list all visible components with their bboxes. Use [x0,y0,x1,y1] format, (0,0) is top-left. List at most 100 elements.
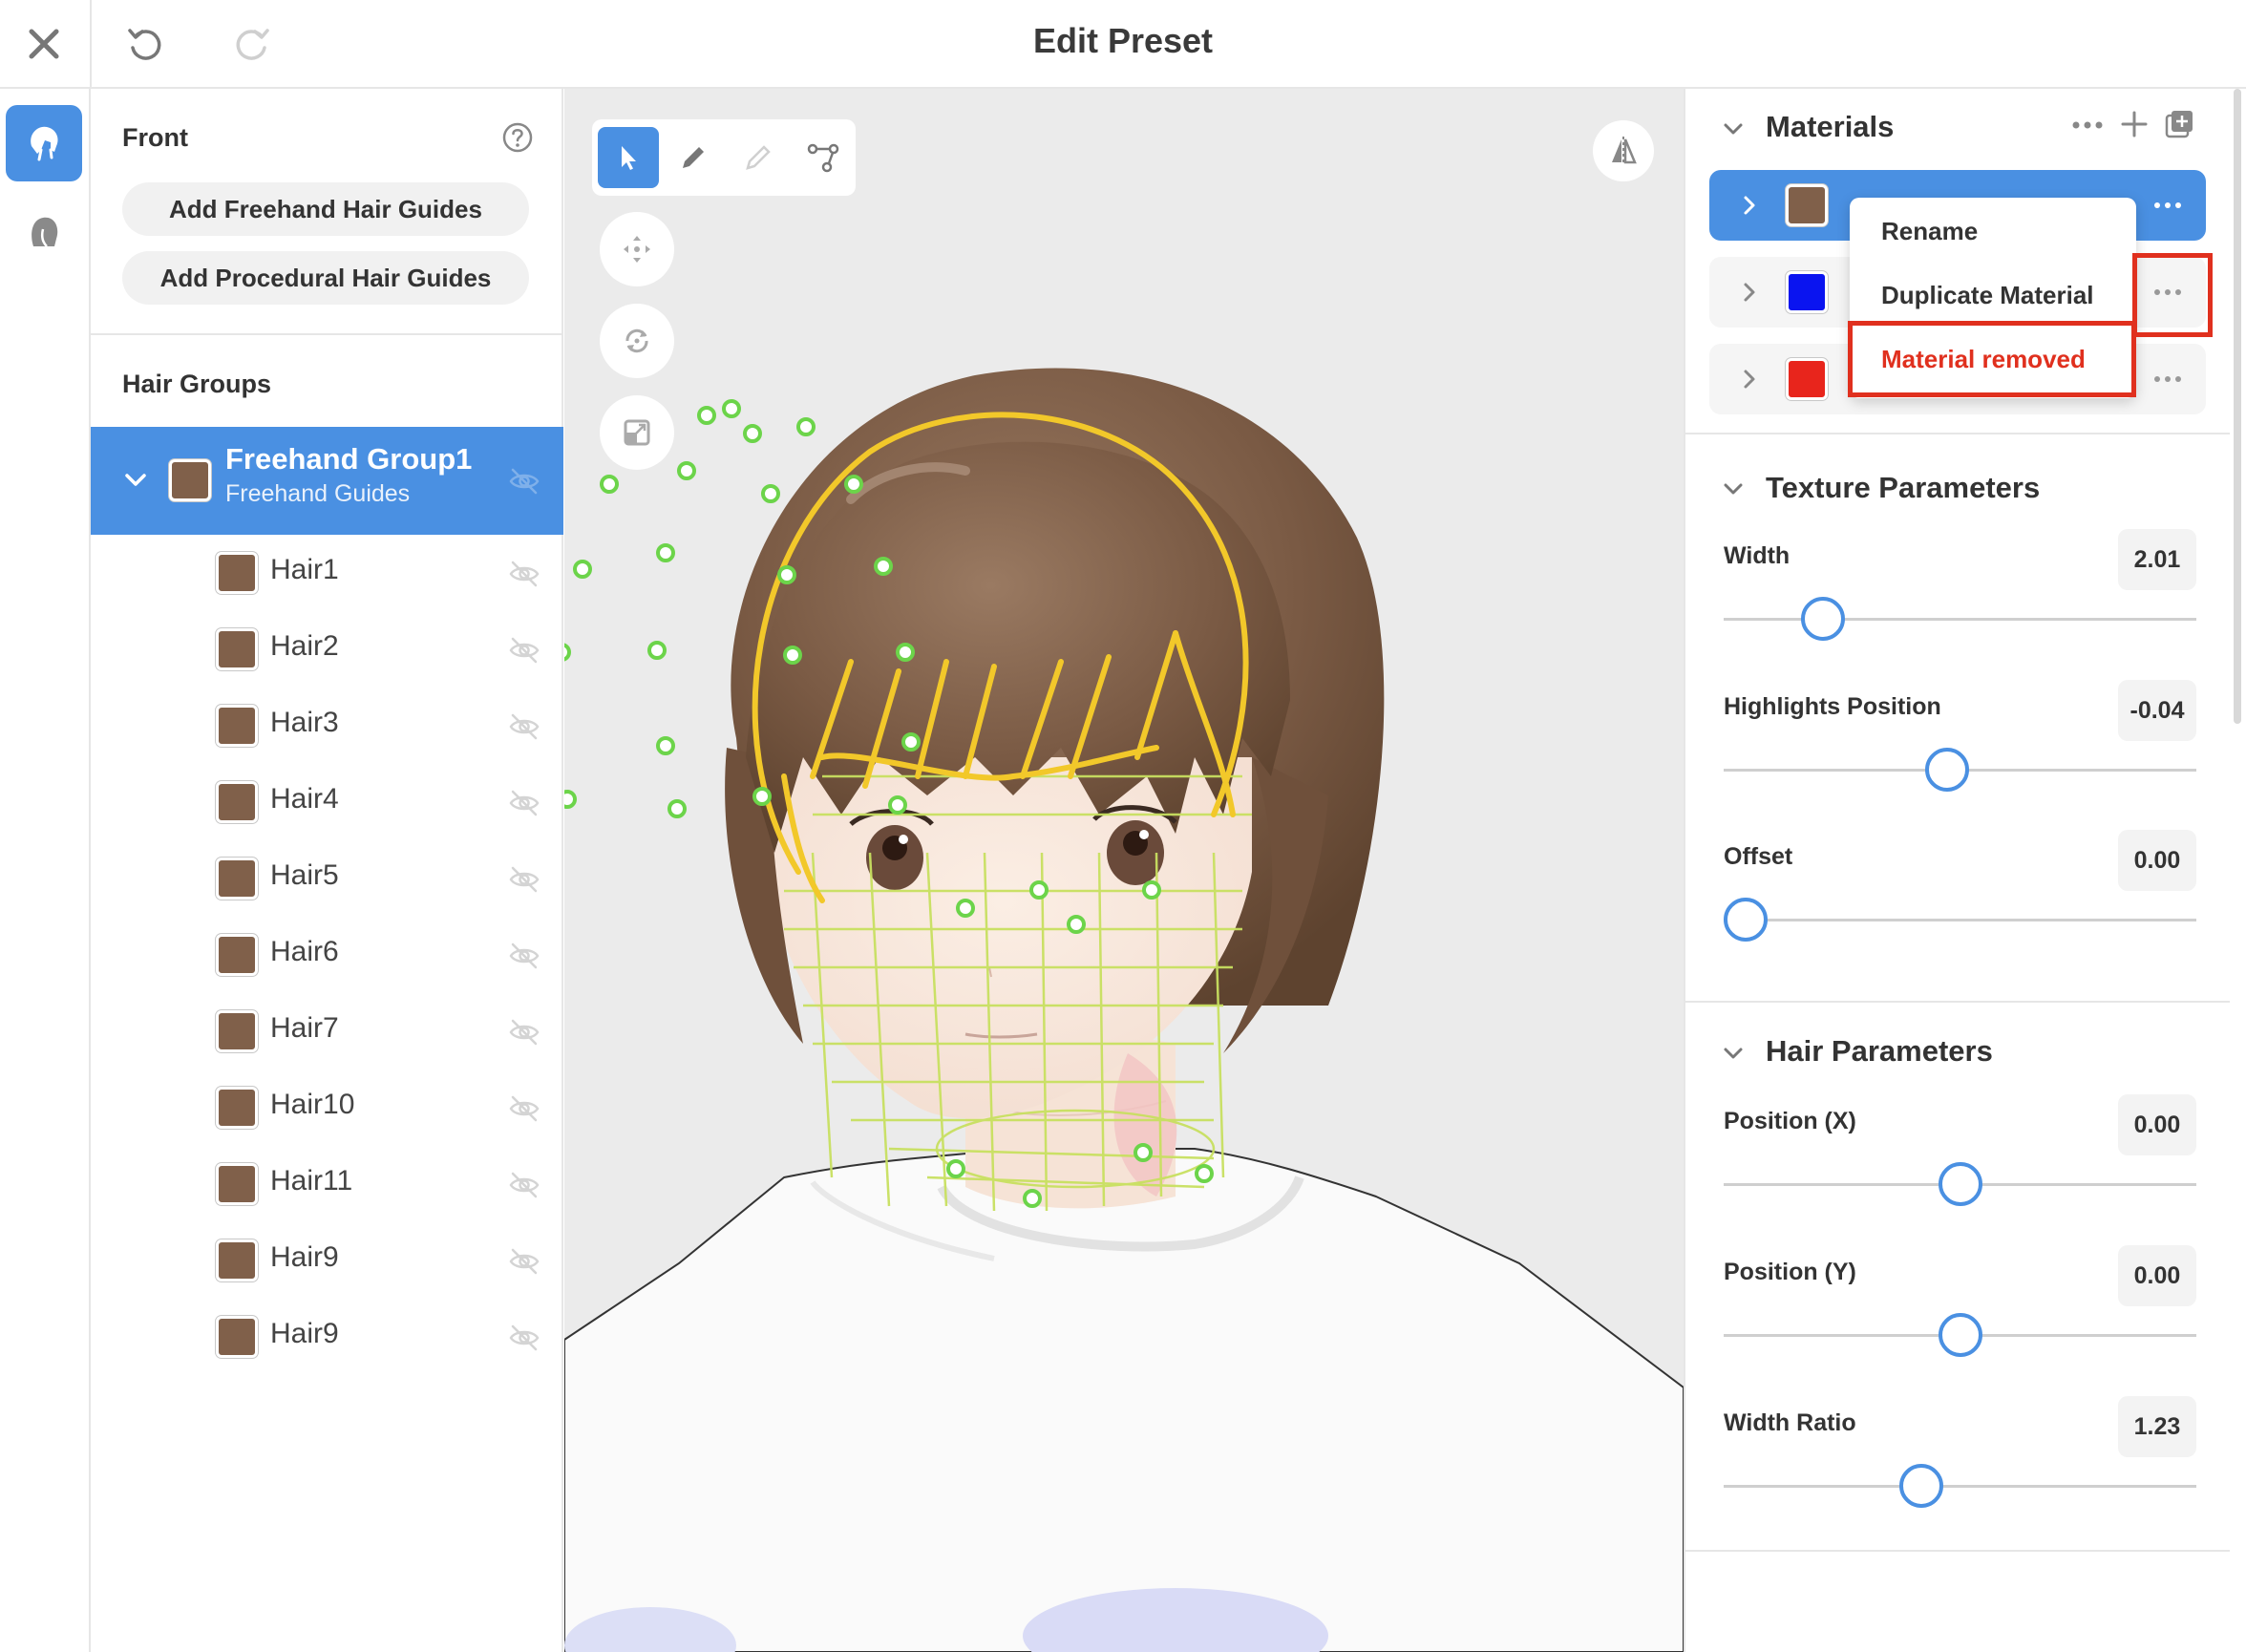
slider-thumb[interactable] [1925,748,1970,792]
hair-color-swatch[interactable] [216,628,258,670]
visibility-off-icon[interactable] [508,558,540,590]
visibility-off-icon[interactable] [508,710,540,743]
hair-list-item[interactable]: Hair7 [91,993,563,1070]
hair-color-swatch[interactable] [216,781,258,823]
more-options-icon[interactable] [2071,119,2104,131]
slider-thumb[interactable] [1938,1313,1982,1357]
fit-view-button[interactable] [600,395,674,470]
hair-color-swatch[interactable] [216,1239,258,1281]
hair-list-item[interactable]: Hair6 [91,917,563,993]
chevron-right-icon[interactable] [1738,194,1761,217]
chevron-down-icon[interactable] [1722,117,1745,140]
visibility-off-icon[interactable] [508,634,540,667]
rotate-view-button[interactable] [600,304,674,378]
pen-tool-button[interactable] [663,127,724,188]
parameter-slider[interactable] [1724,746,2196,794]
section-divider [1685,433,2230,434]
help-icon[interactable] [501,121,534,154]
select-tool-button[interactable] [598,127,659,188]
slider-track[interactable] [1724,618,2196,621]
slider-thumb[interactable] [1724,898,1768,942]
slider-thumb[interactable] [1899,1464,1944,1508]
hair-color-swatch[interactable] [216,1010,258,1052]
page-title: Edit Preset [1032,21,1214,60]
move-view-button[interactable] [600,212,674,286]
chevron-down-icon[interactable] [122,471,149,490]
parameter-slider[interactable] [1724,896,2196,943]
slider-track[interactable] [1724,1485,2196,1488]
more-options-icon[interactable] [2153,372,2182,386]
hair-color-swatch[interactable] [216,858,258,900]
material-color-swatch[interactable] [1786,184,1828,226]
visibility-off-icon[interactable] [508,1169,540,1201]
hair-mode-button[interactable] [6,105,82,181]
more-options-icon[interactable] [2153,199,2182,212]
mode-rail [0,89,91,1652]
add-icon[interactable] [2120,110,2149,138]
properties-scrollbar[interactable] [2234,89,2241,724]
hair-list-item[interactable]: Hair11 [91,1146,563,1222]
hair-list-item[interactable]: Hair1 [91,535,563,611]
visibility-off-icon[interactable] [508,465,540,498]
add-freehand-hair-guides-button[interactable]: Add Freehand Hair Guides [122,182,529,236]
parameter-value-field[interactable]: 2.01 [2118,529,2196,590]
hair-color-swatch[interactable] [216,1163,258,1205]
hair-list-item[interactable]: Hair10 [91,1070,563,1146]
parameter-value-field[interactable]: 0.00 [2118,1094,2196,1155]
parameter-value-field[interactable]: -0.04 [2118,680,2196,741]
hair-color-swatch[interactable] [216,552,258,594]
parameter-value-field[interactable]: 0.00 [2118,1245,2196,1306]
chevron-right-icon[interactable] [1738,368,1761,391]
visibility-off-icon[interactable] [508,1245,540,1278]
parameter-slider[interactable] [1724,595,2196,643]
hair-label: Hair4 [270,783,339,815]
hair-list-item[interactable]: Hair9 [91,1299,563,1375]
chevron-down-icon[interactable] [1722,1042,1745,1065]
slider-thumb[interactable] [1800,597,1845,641]
hair-groups-title: Hair Groups [122,370,272,398]
hair-list-item[interactable]: Hair4 [91,764,563,840]
material-color-swatch[interactable] [1786,358,1828,400]
eraser-tool-button[interactable] [728,127,789,188]
add-from-library-icon[interactable] [2163,108,2195,140]
visibility-off-icon[interactable] [508,1322,540,1354]
character-model[interactable] [564,89,1684,1652]
group-color-swatch[interactable] [169,459,211,501]
visibility-off-icon[interactable] [508,787,540,819]
parameter-slider[interactable] [1724,1462,2196,1510]
parameter-value-field[interactable]: 0.00 [2118,830,2196,891]
hair-list-item[interactable]: Hair3 [91,688,563,764]
parameter-slider[interactable] [1724,1160,2196,1208]
panel-divider [91,333,563,335]
section-divider [1685,1550,2230,1552]
slider-thumb[interactable] [1938,1162,1982,1206]
add-procedural-hair-guides-button[interactable]: Add Procedural Hair Guides [122,251,529,305]
hair-color-swatch[interactable] [216,1316,258,1358]
chevron-right-icon[interactable] [1738,281,1761,304]
3d-viewport[interactable] [564,89,1684,1652]
slider-track[interactable] [1724,919,2196,921]
select-tool-icon [622,146,636,170]
head-mode-button[interactable] [6,194,82,270]
visibility-off-icon[interactable] [508,863,540,896]
parameter-value-field[interactable]: 1.23 [2118,1396,2196,1457]
hair-list-item[interactable]: Hair5 [91,840,563,917]
chevron-down-icon[interactable] [1722,477,1745,500]
visibility-off-icon[interactable] [508,940,540,972]
hair-list-item[interactable]: Hair9 [91,1222,563,1299]
hair-color-swatch[interactable] [216,705,258,747]
hair-group-row[interactable]: Freehand Group1 Freehand Guides [91,427,563,535]
duplicate-material-menu-item[interactable]: Duplicate Material [1881,281,2094,310]
material-color-swatch[interactable] [1786,271,1828,313]
hair-color-swatch[interactable] [216,1087,258,1129]
parameter-slider[interactable] [1724,1311,2196,1359]
visibility-off-icon[interactable] [508,1016,540,1048]
view-title: Front [122,123,188,152]
parameter-label: Highlights Position [1724,693,1941,720]
hair-color-swatch[interactable] [216,934,258,976]
rename-menu-item[interactable]: Rename [1881,217,1978,246]
mirror-button[interactable] [1593,120,1654,181]
visibility-off-icon[interactable] [508,1092,540,1125]
hair-list-item[interactable]: Hair2 [91,611,563,688]
path-tool-button[interactable] [793,127,854,188]
